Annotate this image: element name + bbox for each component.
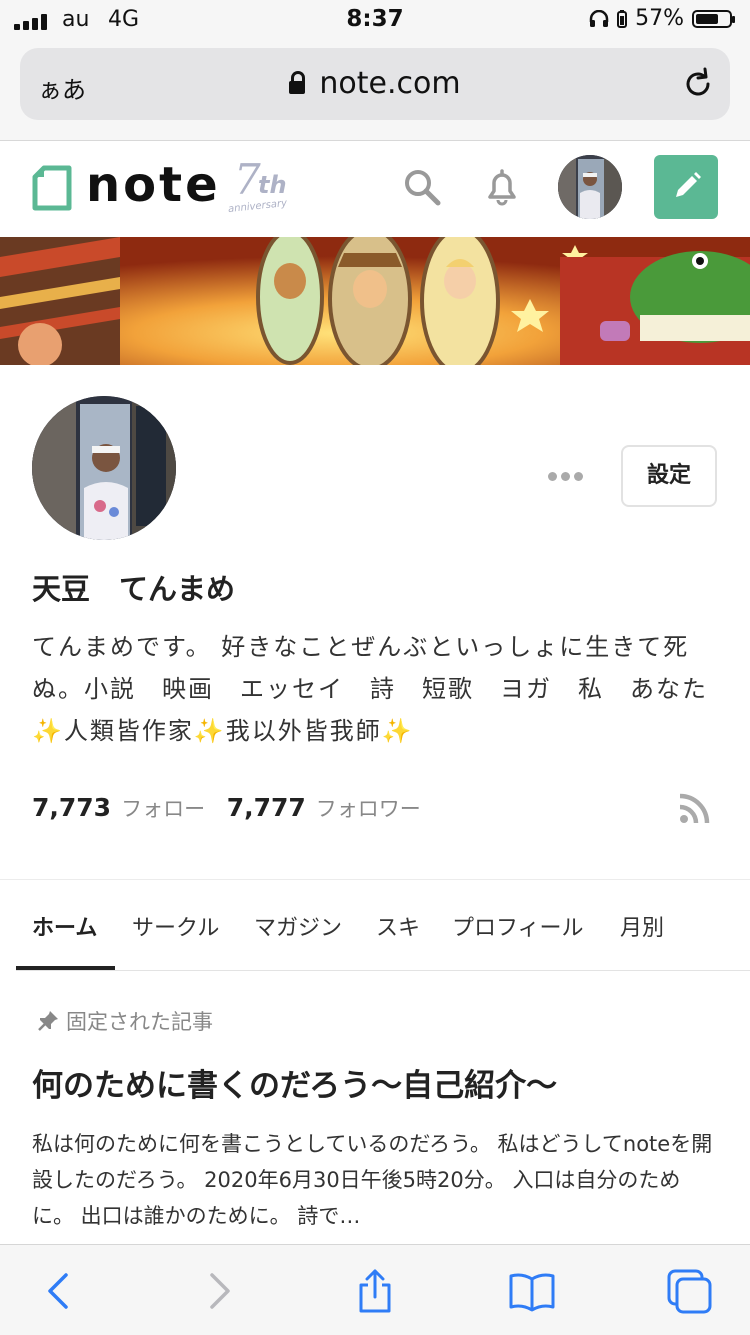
- followers-label[interactable]: フォロワー: [316, 797, 421, 821]
- tab-magazine[interactable]: マガジン: [254, 910, 342, 942]
- reload-icon[interactable]: [680, 66, 716, 102]
- battery-percent: 57%: [635, 6, 684, 31]
- share-icon[interactable]: [351, 1267, 399, 1315]
- pin-icon: [38, 1011, 58, 1031]
- pinned-label: 固定された記事: [36, 1006, 213, 1036]
- back-icon[interactable]: [36, 1267, 84, 1315]
- more-options-icon[interactable]: [546, 466, 586, 486]
- address-bar[interactable]: ぁあ note.com: [20, 48, 730, 120]
- tab-profile[interactable]: プロフィール: [452, 910, 584, 942]
- anniversary-th: th: [258, 171, 287, 199]
- profile-name: 天豆 てんまめ: [32, 572, 236, 606]
- url-field[interactable]: note.com: [20, 66, 730, 101]
- profile-avatar-image: [32, 396, 176, 540]
- anniversary-badge: 7 th anniversary: [228, 155, 298, 215]
- forward-icon[interactable]: [194, 1267, 242, 1315]
- following-label[interactable]: フォロー: [121, 797, 205, 821]
- rss-icon[interactable]: [678, 793, 710, 825]
- anniversary-seven: 7: [234, 155, 261, 204]
- header-avatar[interactable]: [558, 155, 622, 219]
- bookmarks-icon[interactable]: [508, 1267, 556, 1315]
- bell-icon[interactable]: [482, 167, 522, 207]
- follow-stats: 7,773 フォロー 7,777 フォロワー: [32, 793, 435, 823]
- tab-monthly[interactable]: 月別: [620, 910, 664, 942]
- note-logo-icon[interactable]: [32, 165, 72, 211]
- profile-banner-image: [0, 237, 750, 365]
- write-button[interactable]: [654, 155, 718, 219]
- status-right: 57%: [589, 6, 735, 31]
- tab-home[interactable]: ホーム: [32, 910, 97, 942]
- tab-likes[interactable]: スキ: [376, 910, 420, 942]
- profile-tabs: ホーム サークル マガジン スキ プロフィール 月別: [16, 880, 750, 971]
- tab-circle[interactable]: サークル: [132, 910, 219, 942]
- headphones-icon: [589, 9, 609, 27]
- pencil-icon: [676, 172, 701, 197]
- followers-count[interactable]: 7,777: [227, 793, 306, 822]
- profile-avatar[interactable]: [32, 396, 176, 540]
- settings-button[interactable]: 設定: [621, 445, 717, 507]
- lock-icon: [289, 71, 306, 94]
- status-bar: au 4G 8:37 57%: [0, 0, 750, 44]
- article-title[interactable]: 何のために書くのだろう〜自己紹介〜: [32, 1060, 557, 1105]
- battery-icon: [692, 9, 735, 28]
- following-count[interactable]: 7,773: [32, 793, 111, 822]
- browser-toolbar: [0, 1244, 750, 1335]
- search-icon[interactable]: [402, 167, 442, 207]
- active-tab-indicator: [16, 966, 115, 970]
- browser-address-area: ぁあ note.com: [0, 44, 750, 141]
- header-avatar-image: [558, 155, 622, 219]
- article-excerpt[interactable]: 私は何のために何を書こうとしているのだろう。 私はどうしてnoteを開設したのだ…: [32, 1126, 722, 1234]
- battery-small-icon: [617, 9, 628, 28]
- profile-bio: てんまめです。 好きなことぜんぶといっしょに生きて死ぬ。小説 映画 エッセイ 詩…: [32, 633, 734, 745]
- url-text: note.com: [319, 66, 461, 101]
- pinned-label-text: 固定された記事: [66, 1010, 213, 1034]
- site-header: note 7 th anniversary: [0, 141, 750, 238]
- note-logo-text[interactable]: note: [86, 157, 221, 213]
- tabs-icon[interactable]: [666, 1267, 714, 1315]
